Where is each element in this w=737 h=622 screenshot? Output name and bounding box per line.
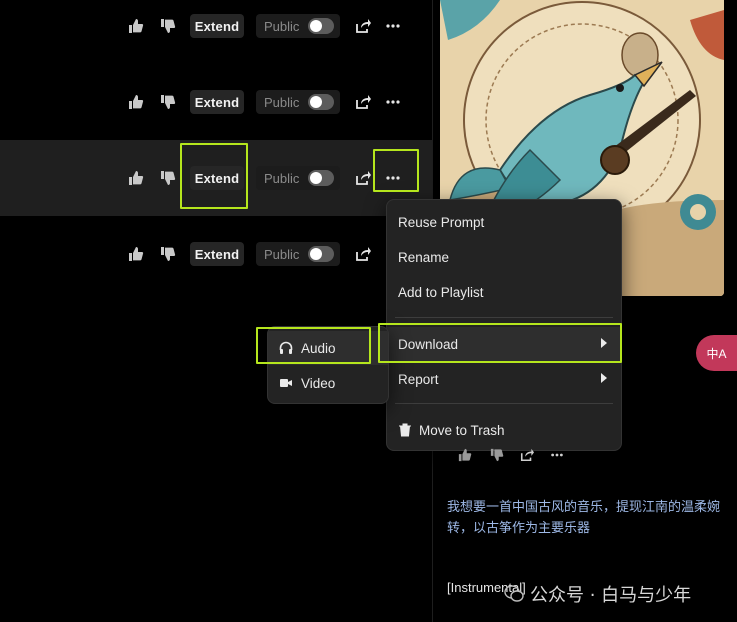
thumbs-up-icon[interactable] (124, 64, 148, 140)
more-options-icon[interactable] (381, 64, 405, 140)
video-camera-icon (280, 379, 292, 387)
thumbs-down-icon[interactable] (156, 140, 180, 216)
public-label: Public (264, 18, 300, 34)
share-icon[interactable] (351, 64, 375, 140)
thumbs-down-icon[interactable] (488, 446, 506, 464)
public-label: Public (264, 170, 300, 186)
menu-item-report-label: Report (398, 371, 439, 387)
translate-button[interactable]: 中A (696, 335, 737, 371)
song-row: Extend Public (0, 64, 432, 140)
public-label: Public (264, 246, 300, 262)
thumbs-up-icon[interactable] (124, 0, 148, 64)
toggle-switch[interactable] (308, 246, 334, 262)
song-row-selected: Extend Public (0, 140, 432, 216)
toggle-switch[interactable] (308, 94, 334, 110)
more-options-icon[interactable] (381, 0, 405, 64)
extend-button[interactable]: Extend (190, 14, 244, 38)
menu-item-download-label: Download (398, 336, 459, 352)
trash-icon (399, 423, 411, 437)
menu-separator (395, 403, 613, 404)
watermark: 公众号 · 白马与少年 (504, 581, 691, 607)
menu-item-add-to-playlist[interactable]: Add to Playlist (387, 275, 621, 309)
toggle-switch[interactable] (308, 18, 334, 34)
public-toggle[interactable]: Public (256, 90, 340, 114)
submenu-item-audio[interactable]: Audio (268, 331, 388, 365)
chevron-right-icon (601, 338, 607, 348)
submenu-item-audio-label: Audio (301, 340, 336, 356)
extend-button[interactable]: Extend (190, 166, 244, 190)
song-list: Extend Public Extend Public Extend Publi… (0, 0, 432, 622)
download-submenu: Audio Video (267, 326, 389, 404)
public-label: Public (264, 94, 300, 110)
menu-separator (395, 317, 613, 318)
thumbs-up-icon[interactable] (124, 140, 148, 216)
share-icon[interactable] (351, 216, 375, 292)
share-icon[interactable] (518, 446, 536, 464)
thumbs-up-icon[interactable] (456, 446, 474, 464)
thumbs-down-icon[interactable] (156, 216, 180, 292)
public-toggle[interactable]: Public (256, 242, 340, 266)
song-detail-actions (456, 446, 576, 466)
toggle-switch[interactable] (308, 170, 334, 186)
public-toggle[interactable]: Public (256, 14, 340, 38)
submenu-item-video[interactable]: Video (268, 366, 388, 400)
share-icon[interactable] (351, 0, 375, 64)
menu-item-download[interactable]: Download (387, 327, 621, 361)
song-prompt-text: 我想要一首中国古风的音乐，提现江南的温柔婉转，以古筝作为主要乐器 (447, 500, 721, 536)
extend-button[interactable]: Extend (190, 90, 244, 114)
song-context-menu: Reuse Prompt Rename Add to Playlist Down… (386, 199, 622, 451)
menu-item-move-to-trash-label: Move to Trash (419, 422, 505, 438)
chevron-right-icon (601, 373, 607, 383)
share-icon[interactable] (351, 140, 375, 216)
extend-button[interactable]: Extend (190, 242, 244, 266)
song-row: Extend Public (0, 216, 432, 292)
more-options-icon[interactable] (548, 446, 566, 464)
public-toggle[interactable]: Public (256, 166, 340, 190)
menu-item-report[interactable]: Report (387, 362, 621, 396)
thumbs-down-icon[interactable] (156, 64, 180, 140)
menu-item-reuse-prompt[interactable]: Reuse Prompt (387, 205, 621, 239)
menu-item-move-to-trash[interactable]: Move to Trash (387, 413, 621, 447)
watermark-text: 公众号 · 白马与少年 (530, 585, 692, 606)
headphones-icon (279, 341, 293, 354)
thumbs-up-icon[interactable] (124, 216, 148, 292)
submenu-item-video-label: Video (301, 375, 336, 391)
menu-item-rename[interactable]: Rename (387, 240, 621, 274)
song-row: Extend Public (0, 0, 432, 64)
thumbs-down-icon[interactable] (156, 0, 180, 64)
wechat-logo-icon (504, 585, 524, 602)
